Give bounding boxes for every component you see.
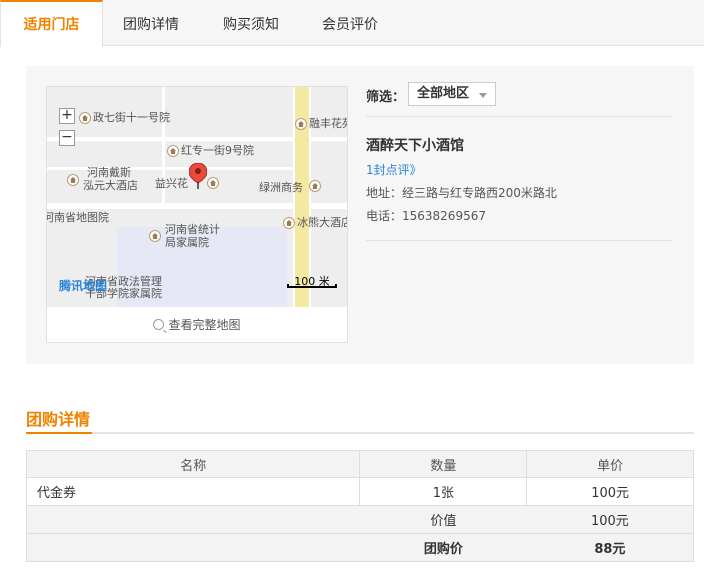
section-title: 团购详情	[26, 410, 91, 429]
building-icon	[283, 217, 295, 229]
tab-bar: 适用门店 团购详情 购买须知 会员评价	[0, 0, 704, 47]
tab-member-reviews[interactable]: 会员评价	[305, 0, 395, 46]
building-icon	[79, 112, 91, 124]
building-icon	[67, 174, 79, 186]
map-poi-label: 河南戴斯	[87, 166, 131, 179]
building-icon	[295, 118, 307, 130]
item-price: 100元	[526, 477, 694, 506]
deal-table: 名称 数量 单价 代金券 1张 100元 价值 100元 团购价 88元	[25, 450, 694, 562]
group-price-row: 团购价 88元	[25, 533, 694, 562]
map-road	[47, 167, 297, 170]
map-poi	[207, 176, 221, 189]
divider	[366, 116, 672, 117]
tab-applicable-stores[interactable]: 适用门店	[0, 0, 103, 47]
shop-name[interactable]: 酒醉天下小酒馆	[366, 135, 464, 155]
map-poi: 红专一街9号院	[167, 144, 254, 157]
group-price-label: 团购价	[359, 533, 527, 562]
map-poi-label: 融丰花苑	[309, 117, 347, 130]
map-poi	[149, 229, 163, 242]
map-poi: 冰熊大酒店	[283, 216, 347, 229]
building-icon	[309, 180, 321, 192]
map-pin-icon[interactable]	[189, 163, 207, 189]
column-header-name: 名称	[25, 450, 361, 478]
group-price-amount: 88元	[526, 533, 694, 562]
map-box: 政七街十一号院 融丰花苑 红专一街9号院 河南戴斯 泓元大酒店 益兴花 绿洲商务…	[46, 86, 348, 343]
zoom-out-button[interactable]: −	[59, 130, 75, 146]
empty-cell	[25, 505, 360, 534]
empty-cell	[25, 533, 360, 562]
shop-phone: 电话：15638269567	[366, 209, 486, 223]
section-divider-accent	[26, 432, 92, 434]
table-row: 代金券 1张 100元	[25, 477, 694, 506]
map-poi: 融丰花苑	[295, 117, 347, 130]
view-full-map-link[interactable]: 查看完整地图	[47, 308, 347, 342]
map-poi	[309, 179, 323, 192]
filter-label: 筛选：	[366, 90, 406, 105]
map-poi-label: 局家属院	[165, 236, 209, 249]
value-label: 价值	[359, 505, 527, 534]
shop-address: 地址：经三路与红专路西200米路北	[366, 186, 557, 200]
column-header-qty: 数量	[359, 450, 528, 478]
item-name: 代金券	[25, 477, 361, 506]
value-row: 价值 100元	[25, 505, 694, 534]
section-divider	[26, 432, 694, 434]
tab-purchase-notes[interactable]: 购买须知	[206, 0, 296, 46]
magnifier-icon	[153, 319, 165, 330]
map-logo: 腾讯地图	[59, 279, 108, 293]
map-poi-label: 绿洲商务	[259, 181, 303, 194]
map-poi-label: 河南省地图院	[47, 211, 109, 224]
building-icon	[167, 145, 179, 157]
column-header-price: 单价	[526, 450, 694, 478]
map-poi-label: 泓元大酒店	[83, 179, 138, 192]
map-poi-label: 政七街十一号院	[93, 111, 170, 124]
map-poi-label: 红专一街9号院	[181, 144, 254, 157]
region-select-value: 全部地区	[417, 86, 470, 101]
table-header-row: 名称 数量 单价	[25, 450, 694, 478]
item-qty: 1张	[359, 477, 528, 506]
building-icon	[207, 177, 219, 189]
shop-reviews-link[interactable]: 1封点评》	[366, 161, 422, 178]
store-panel: 政七街十一号院 融丰花苑 红专一街9号院 河南戴斯 泓元大酒店 益兴花 绿洲商务…	[26, 66, 694, 364]
map-poi	[67, 173, 81, 186]
building-icon	[149, 230, 161, 242]
map-scale: 100 米	[287, 273, 337, 289]
tab-deal-details[interactable]: 团购详情	[106, 0, 196, 46]
view-full-map-label: 查看完整地图	[168, 318, 241, 332]
zoom-in-button[interactable]: +	[59, 108, 75, 124]
map-poi-label: 河南省统计	[165, 223, 220, 236]
map-poi-label: 益兴花	[155, 177, 188, 190]
divider	[366, 240, 672, 241]
map-scale-bar	[287, 284, 337, 288]
map-poi-label: 冰熊大酒店	[297, 216, 347, 229]
value-amount: 100元	[526, 505, 694, 534]
chevron-down-icon	[479, 93, 487, 98]
map[interactable]: 政七街十一号院 融丰花苑 红专一街9号院 河南戴斯 泓元大酒店 益兴花 绿洲商务…	[47, 87, 347, 307]
region-select[interactable]: 全部地区	[408, 82, 496, 106]
map-poi: 政七街十一号院	[79, 111, 170, 124]
